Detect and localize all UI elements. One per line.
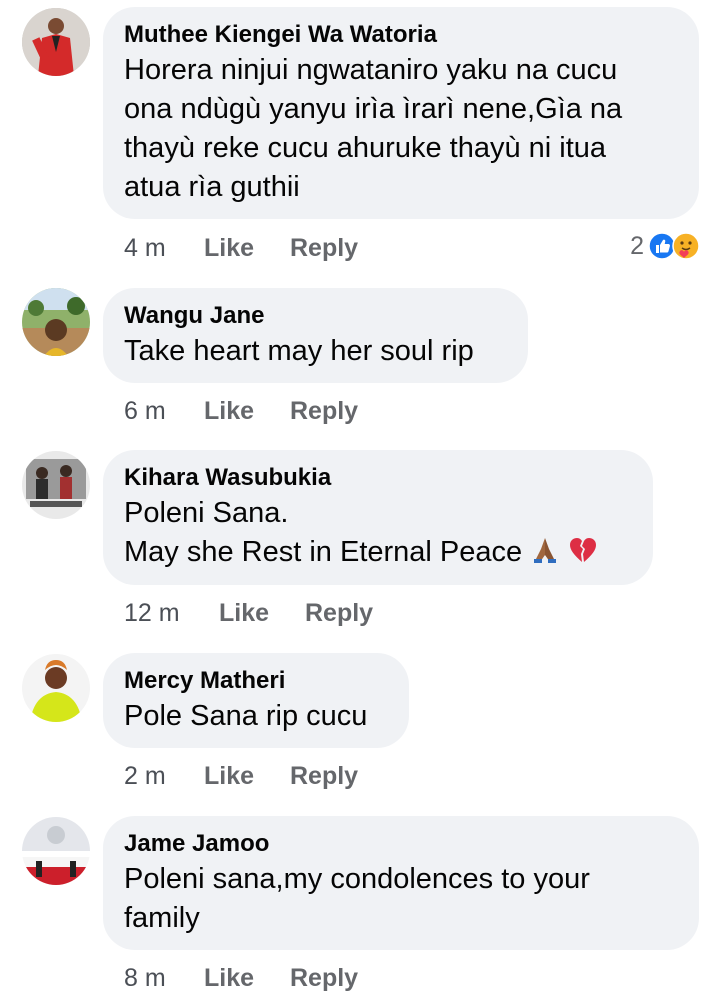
comment-time[interactable]: 4 m <box>124 231 166 265</box>
avatar[interactable] <box>22 288 90 356</box>
comment-text-line: Poleni Sana. <box>124 497 289 529</box>
avatar-image <box>22 288 90 356</box>
comment-text: Poleni sana,my condolences to your famil… <box>124 860 677 938</box>
comment-bubble: Muthee Kiengei Wa Watoria Horera ninjui … <box>103 7 699 219</box>
comment-time[interactable]: 8 m <box>124 961 166 995</box>
comment-time[interactable]: 12 m <box>124 596 180 630</box>
broken-heart-icon <box>570 538 597 562</box>
reaction-count: 2 <box>630 232 644 260</box>
comment-author[interactable]: Mercy Matheri <box>124 665 387 697</box>
reply-button[interactable]: Reply <box>305 596 373 630</box>
avatar-image <box>22 817 90 885</box>
like-button[interactable]: Like <box>219 596 269 630</box>
comment-text-line: Pole Sana rip cucu <box>124 700 368 732</box>
reply-button[interactable]: Reply <box>290 231 358 265</box>
comment-text-line: Poleni sana,my condolences to your <box>124 863 590 895</box>
comment-text-segment: May she Rest in Eternal Peace <box>124 536 523 568</box>
reaction-summary[interactable]: 2 <box>630 229 700 263</box>
comment-bubble: Kihara Wasubukia Poleni Sana. May she Re… <box>103 450 653 585</box>
comment-bubble: Wangu Jane Take heart may her soul rip <box>103 288 528 383</box>
comment-time[interactable]: 2 m <box>124 759 166 793</box>
avatar[interactable] <box>22 451 90 519</box>
reply-button[interactable]: Reply <box>290 961 358 995</box>
avatar[interactable] <box>22 817 90 885</box>
like-button[interactable]: Like <box>204 759 254 793</box>
avatar-image <box>22 8 90 76</box>
comment-text-line: family <box>124 902 200 934</box>
comment-text-line: May she Rest in Eternal Peace <box>124 533 631 572</box>
comment-author[interactable]: Muthee Kiengei Wa Watoria <box>124 19 677 51</box>
avatar[interactable] <box>22 8 90 76</box>
like-button[interactable]: Like <box>204 231 254 265</box>
comment-text-line: Horera ninjui ngwataniro yaku na cucu <box>124 54 618 86</box>
reply-button[interactable]: Reply <box>290 759 358 793</box>
comment-author[interactable]: Jame Jamoo <box>124 828 677 860</box>
comment-bubble: Jame Jamoo Poleni sana,my condolences to… <box>103 816 699 950</box>
comment-time[interactable]: 6 m <box>124 394 166 428</box>
comment-text: Poleni Sana. May she Rest in Eternal Pea… <box>124 494 631 572</box>
avatar-image <box>22 654 90 722</box>
comment-text-line: ona ndùgù yanyu irìa ìrarì nene,Gìa na <box>124 93 623 125</box>
comment-text-line: thayù reke cucu ahuruke thayù ni itua <box>124 132 607 164</box>
comment-text-line: atua rìa guthii <box>124 171 300 203</box>
comment-author[interactable]: Kihara Wasubukia <box>124 462 631 494</box>
like-button[interactable]: Like <box>204 961 254 995</box>
comment-author[interactable]: Wangu Jane <box>124 300 506 332</box>
care-icon <box>672 232 700 260</box>
avatar[interactable] <box>22 654 90 722</box>
comment-text: Pole Sana rip cucu <box>124 697 387 736</box>
reply-button[interactable]: Reply <box>290 394 358 428</box>
praying-hands-icon <box>534 538 557 563</box>
like-button[interactable]: Like <box>204 394 254 428</box>
comment-text: Take heart may her soul rip <box>124 332 506 371</box>
comment-text: Horera ninjui ngwataniro yaku na cucu on… <box>124 51 677 207</box>
comment-text-line: Take heart may her soul rip <box>124 335 474 367</box>
comment-bubble: Mercy Matheri Pole Sana rip cucu <box>103 653 409 748</box>
avatar-image <box>22 451 90 519</box>
